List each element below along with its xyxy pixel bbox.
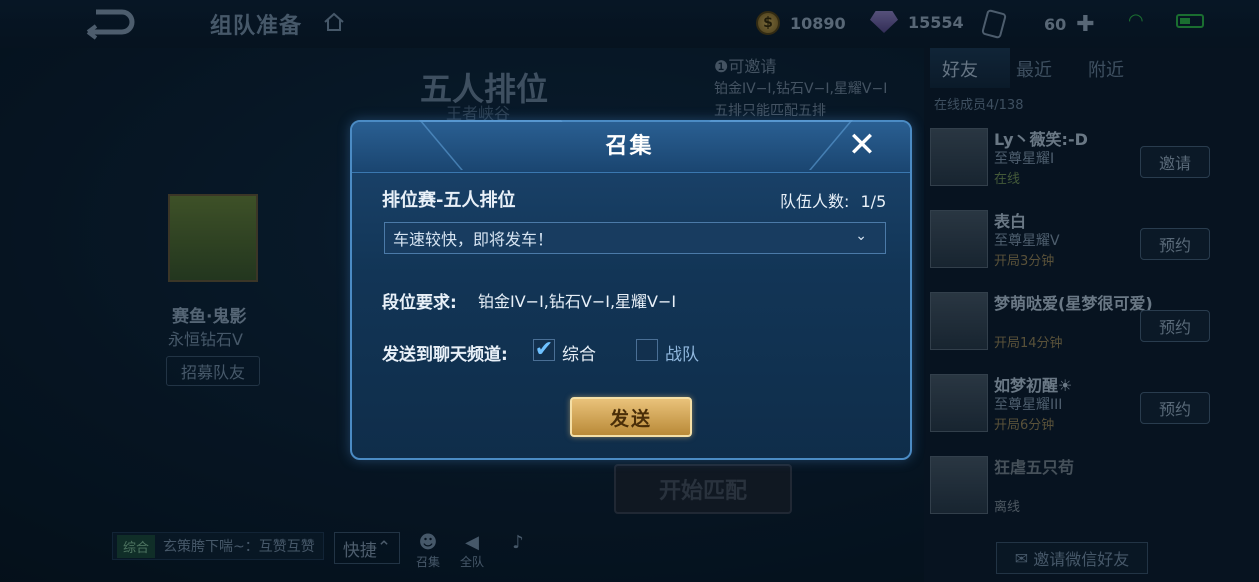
team-count: 队伍人数: 1/5 <box>780 188 886 212</box>
message-select-value: 车速较快，即将发车！ <box>393 230 554 249</box>
rank-requirement-label: 段位要求: <box>382 293 457 313</box>
dialog-mode-label: 排位赛-五人排位 <box>382 190 516 211</box>
close-icon[interactable]: ✕ <box>845 128 879 162</box>
channel-general-checkbox[interactable]: ✔ <box>533 339 555 361</box>
send-button[interactable]: 发送 <box>570 397 692 437</box>
channel-general-label[interactable]: 综合 <box>562 340 596 365</box>
team-count-label: 队伍人数: <box>780 192 850 211</box>
team-count-value: 1/5 <box>860 192 887 211</box>
message-select[interactable]: 车速较快，即将发车！ ⌄ <box>384 222 886 254</box>
send-channel-label: 发送到聊天频道: <box>382 345 508 365</box>
channel-team-label[interactable]: 战队 <box>665 340 699 365</box>
chevron-down-icon: ⌄ <box>855 228 867 244</box>
dialog-title: 召集 <box>605 134 654 159</box>
rank-requirement-value: 铂金IV−I,钻石V−I,星耀V−I <box>478 292 677 311</box>
channel-team-checkbox[interactable] <box>636 339 658 361</box>
checkmark-icon: ✔ <box>534 337 554 362</box>
